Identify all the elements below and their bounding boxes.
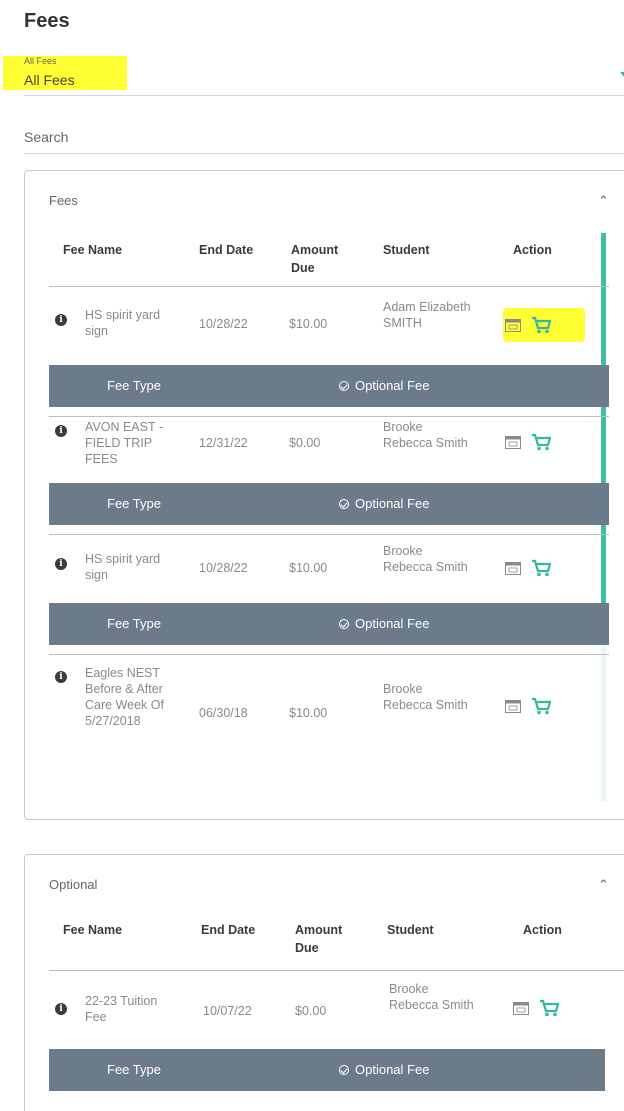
filter-value: All Fees xyxy=(24,72,75,88)
fee-type-value: Optional Fee xyxy=(339,1062,429,1077)
fee-name: HS spirit yard sign xyxy=(85,552,161,582)
col-student: Student xyxy=(383,243,430,257)
check-circle-icon xyxy=(339,619,349,629)
fee-type-text: Optional Fee xyxy=(355,616,430,631)
fee-type-label: Fee Type xyxy=(107,1062,161,1077)
optional-panel: Optional ⌃ Fee Name End Date Amount Due … xyxy=(24,854,624,1111)
info-icon[interactable]: i xyxy=(55,671,67,683)
amount-due: $10.00 xyxy=(289,706,328,720)
search-field[interactable] xyxy=(24,122,624,154)
amount-due: $10.00 xyxy=(289,317,328,331)
row-actions xyxy=(503,308,585,342)
col-student: Student xyxy=(387,923,434,937)
fee-name: AVON EAST - FIELD TRIP FEES xyxy=(85,420,164,466)
fee-name: Eagles NEST Before & After Care Week Of … xyxy=(85,666,164,728)
cart-icon[interactable] xyxy=(539,999,559,1017)
row-divider xyxy=(49,407,609,417)
fees-table: Fee Name End Date Amount Due Student Act… xyxy=(49,231,609,765)
info-icon[interactable]: i xyxy=(55,1003,67,1015)
info-icon[interactable]: i xyxy=(55,425,67,437)
row-divider xyxy=(49,645,609,655)
fee-filter-select[interactable]: All Fees All Fees xyxy=(3,52,624,96)
fee-name: HS spirit yard sign xyxy=(85,308,161,338)
fee-type-value: Optional Fee xyxy=(339,616,429,631)
cart-icon[interactable] xyxy=(531,433,551,451)
student-name: Adam Elizabeth SMITH xyxy=(383,300,471,330)
student-name: Brooke Rebecca Smith xyxy=(383,544,468,574)
info-icon[interactable]: i xyxy=(55,314,67,326)
row-actions xyxy=(503,689,585,723)
chevron-up-icon[interactable]: ⌃ xyxy=(598,193,609,209)
chevron-up-icon[interactable]: ⌃ xyxy=(598,877,609,893)
fee-type-value: Optional Fee xyxy=(339,378,429,393)
panel-header[interactable]: Optional ⌃ xyxy=(25,855,624,915)
fee-type-bar: Fee Type Optional Fee xyxy=(49,483,609,525)
fee-type-text: Optional Fee xyxy=(355,378,430,393)
amount-due: $0.00 xyxy=(295,1004,327,1018)
end-date: 06/30/18 xyxy=(199,706,248,720)
search-input[interactable] xyxy=(24,122,624,152)
calendar-icon[interactable] xyxy=(513,1001,529,1015)
row-actions xyxy=(503,425,585,459)
calendar-icon[interactable] xyxy=(505,561,521,575)
check-circle-icon xyxy=(339,499,349,509)
optional-table: Fee Name End Date Amount Due Student Act… xyxy=(49,911,624,1091)
fee-name: 22-23 Tuition Fee xyxy=(85,994,158,1024)
table-row: i HS spirit yard sign 10/28/22 $10.00 Ad… xyxy=(49,287,609,365)
amount-due: $10.00 xyxy=(289,561,328,575)
end-date: 10/28/22 xyxy=(199,561,248,575)
table-row: i Eagles NEST Before & After Care Week O… xyxy=(49,655,609,765)
table-header: Fee Name End Date Amount Due Student Act… xyxy=(49,911,624,971)
fee-type-value: Optional Fee xyxy=(339,496,429,511)
student-name: Brooke Rebecca Smith xyxy=(389,982,474,1012)
cart-icon[interactable] xyxy=(531,559,551,577)
fee-type-bar: Fee Type Optional Fee xyxy=(49,1049,605,1091)
end-date: 10/07/22 xyxy=(203,1004,252,1018)
calendar-icon[interactable] xyxy=(505,699,521,713)
student-name: Brooke Rebecca Smith xyxy=(383,682,468,712)
fee-type-text: Optional Fee xyxy=(355,496,430,511)
fee-type-bar: Fee Type Optional Fee xyxy=(49,603,609,645)
cart-icon[interactable] xyxy=(531,697,551,715)
end-date: 10/28/22 xyxy=(199,317,248,331)
calendar-icon[interactable] xyxy=(505,435,521,449)
panel-header[interactable]: Fees ⌃ xyxy=(25,171,624,231)
col-fee-name: Fee Name xyxy=(63,243,123,257)
panel-title: Optional xyxy=(49,877,98,892)
fee-type-label: Fee Type xyxy=(107,616,161,631)
fee-type-bar: Fee Type Optional Fee xyxy=(49,365,609,407)
col-amount-due: Amount Due xyxy=(295,923,343,955)
col-fee-name: Fee Name xyxy=(63,923,123,937)
col-amount-due: Amount Due xyxy=(291,243,339,275)
row-actions xyxy=(503,551,585,585)
col-end-date: End Date xyxy=(199,243,254,257)
col-action: Action xyxy=(523,923,562,937)
info-icon[interactable]: i xyxy=(55,558,67,570)
cart-icon[interactable] xyxy=(531,316,551,334)
student-name: Brooke Rebecca Smith xyxy=(383,420,468,450)
row-divider xyxy=(49,525,609,535)
fees-panel: Fees ⌃ Fee Name End Date Amount Due Stud… xyxy=(24,170,624,820)
table-row: i 22-23 Tuition Fee 10/07/22 $0.00 Brook… xyxy=(49,971,624,1049)
calendar-icon[interactable] xyxy=(505,318,521,332)
page-title: Fees xyxy=(24,10,70,32)
fee-type-text: Optional Fee xyxy=(355,1062,430,1077)
fee-type-label: Fee Type xyxy=(107,496,161,511)
amount-due: $0.00 xyxy=(289,436,321,450)
panel-title: Fees xyxy=(49,193,78,208)
table-header: Fee Name End Date Amount Due Student Act… xyxy=(49,231,609,287)
check-circle-icon xyxy=(339,1065,349,1075)
chevron-down-icon[interactable] xyxy=(620,72,624,78)
filter-label: All Fees xyxy=(24,56,57,66)
table-row: i AVON EAST - FIELD TRIP FEES 12/31/22 $… xyxy=(49,417,609,483)
col-action: Action xyxy=(513,243,552,257)
check-circle-icon xyxy=(339,381,349,391)
row-actions xyxy=(511,991,593,1025)
end-date: 12/31/22 xyxy=(199,436,248,450)
table-row: i HS spirit yard sign 10/28/22 $10.00 Br… xyxy=(49,535,609,603)
fee-type-label: Fee Type xyxy=(107,378,161,393)
col-end-date: End Date xyxy=(201,923,256,937)
